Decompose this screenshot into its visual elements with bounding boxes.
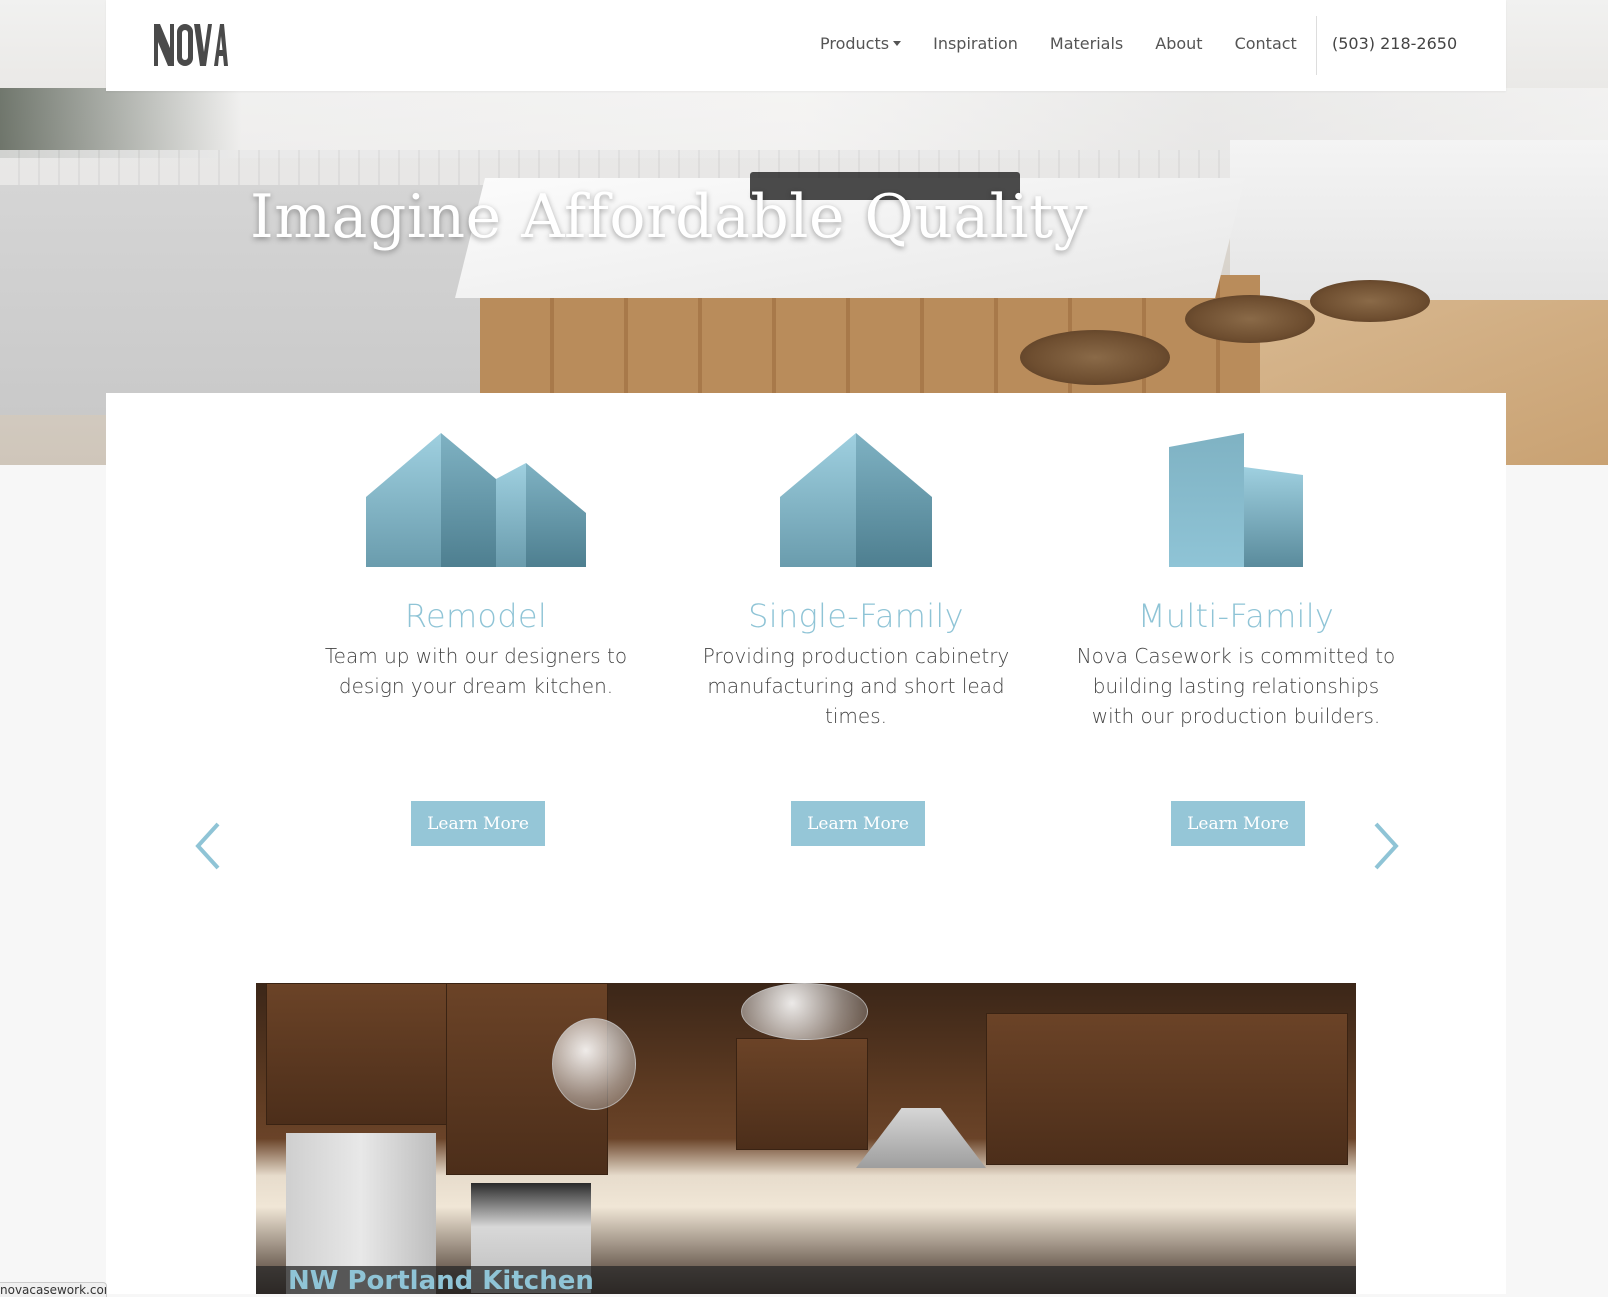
house-icon — [780, 433, 932, 567]
top-navbar: Products Inspiration Materials About Con… — [106, 0, 1506, 91]
nav-contact[interactable]: Contact — [1235, 34, 1297, 53]
carousel-slide-image — [256, 983, 1356, 1294]
slide-range-hood — [856, 1108, 986, 1168]
hero-stool — [1310, 280, 1430, 322]
caret-down-icon — [893, 41, 902, 46]
slide-upper-cabinet — [266, 983, 448, 1125]
feature-remodel: Remodel Team up with our designers to de… — [306, 393, 646, 846]
hero-stool — [1020, 330, 1170, 385]
learn-more-button[interactable]: Learn More — [1171, 801, 1305, 846]
feature-title: Remodel — [404, 597, 548, 635]
feature-description: Nova Casework is committed to building l… — [1076, 644, 1396, 728]
slide-upper-cabinet — [986, 1013, 1348, 1165]
nav-inspiration[interactable]: Inspiration — [933, 34, 1018, 53]
learn-more-button[interactable]: Learn More — [411, 801, 545, 846]
phone-number[interactable]: (503) 218-2650 — [1332, 34, 1457, 53]
feature-description: Providing production cabinetry manufactu… — [702, 644, 1010, 728]
main-nav: Products Inspiration Materials About Con… — [820, 34, 1329, 53]
hero-title: Imagine Affordable Quality — [250, 182, 1089, 252]
hero-stool — [1185, 295, 1315, 343]
feature-single-family: Single-Family Providing production cabin… — [686, 393, 1026, 846]
chevron-left-icon — [195, 822, 220, 870]
nova-logo[interactable] — [154, 24, 228, 66]
nav-divider — [1316, 16, 1317, 75]
learn-more-button[interactable]: Learn More — [791, 801, 925, 846]
slide-pendant-light — [552, 1018, 636, 1110]
nav-products[interactable]: Products — [820, 34, 902, 53]
slide-upper-cabinet — [736, 1038, 868, 1150]
feature-description: Team up with our designers to design you… — [324, 644, 628, 698]
carousel-prev-button[interactable] — [188, 816, 228, 876]
multi-house-icon — [366, 433, 586, 567]
nav-about[interactable]: About — [1155, 34, 1202, 53]
status-bar-url: novacasework.com — [0, 1282, 107, 1297]
carousel-caption-title: NW Portland Kitchen — [288, 1266, 594, 1294]
building-icon — [1169, 433, 1303, 567]
feature-title: Single-Family — [748, 597, 964, 635]
slide-pendant-light — [741, 983, 868, 1040]
nav-materials[interactable]: Materials — [1050, 34, 1123, 53]
feature-multi-family: Multi-Family Nova Casework is committed … — [1066, 393, 1406, 846]
carousel-caption: NW Portland Kitchen — [256, 1266, 1356, 1294]
chevron-right-icon — [1374, 822, 1399, 870]
carousel-next-button[interactable] — [1366, 816, 1406, 876]
feature-title: Multi-Family — [1137, 597, 1335, 635]
main-content: Remodel Team up with our designers to de… — [106, 393, 1506, 1294]
nav-products-label: Products — [820, 34, 890, 53]
project-carousel[interactable]: NW Portland Kitchen — [256, 983, 1356, 1294]
